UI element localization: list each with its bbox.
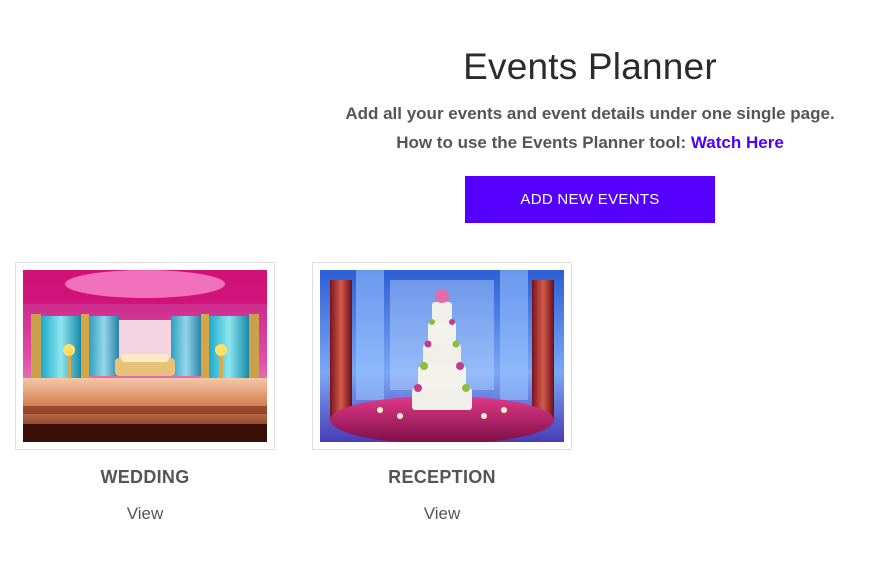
watch-here-link[interactable]: Watch Here xyxy=(691,133,784,152)
event-title-wedding: WEDDING xyxy=(100,467,190,487)
page-subtitle: Add all your events and event details un… xyxy=(345,104,835,123)
view-reception-link[interactable]: View xyxy=(424,503,461,525)
howto-line: How to use the Events Planner tool: Watc… xyxy=(305,132,875,154)
event-title-reception: RECEPTION xyxy=(388,467,496,487)
page-title: Events Planner xyxy=(463,46,717,87)
page-header: Events Planner Add all your events and e… xyxy=(305,44,875,223)
add-new-events-button[interactable]: ADD NEW EVENTS xyxy=(465,176,715,223)
events-planner-page: Events Planner Add all your events and e… xyxy=(0,0,875,567)
reception-image[interactable] xyxy=(312,262,572,450)
howto-text: How to use the Events Planner tool: xyxy=(396,133,691,152)
view-wedding-link[interactable]: View xyxy=(127,503,164,525)
wedding-stage-photo xyxy=(23,270,267,442)
event-card-reception: RECEPTION View xyxy=(312,262,572,525)
reception-cake-photo xyxy=(320,270,564,442)
wedding-image[interactable] xyxy=(15,262,275,450)
event-card-wedding: WEDDING View xyxy=(15,262,275,525)
